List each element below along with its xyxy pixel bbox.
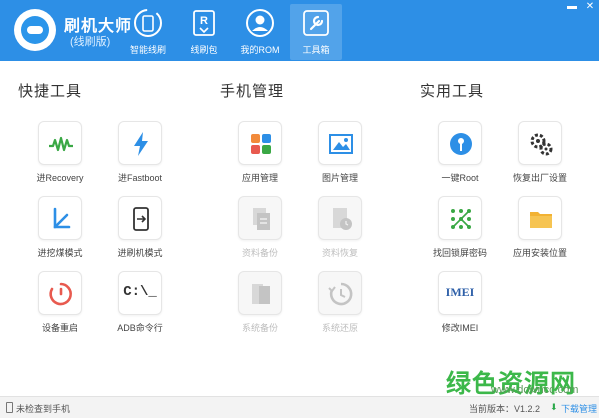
tool-label: 资料恢复 (321, 248, 358, 258)
tool-label: 应用管理 (241, 173, 278, 183)
pattern-lock-icon (451, 209, 471, 229)
user-icon (246, 9, 274, 37)
tool-system-backup: 系统备份 (220, 271, 300, 351)
tool-label: 修改IMEI (441, 323, 479, 333)
tool-label: 恢复出厂设置 (512, 173, 567, 183)
version-text: 当前版本：V1.2.2 (469, 404, 541, 414)
flash-mode-icon (133, 207, 149, 231)
tool-image-manager[interactable]: 图片管理 (300, 121, 380, 201)
restore-doc-icon (333, 208, 352, 230)
recovery-wave-icon (49, 136, 73, 152)
tab-label: 智能线刷 (129, 45, 166, 55)
tool-label: 进刷机模式 (117, 248, 163, 258)
tool-label: 进Recovery (36, 173, 84, 183)
section-title-utility: 实用工具 (420, 83, 485, 100)
svg-text:R: R (200, 15, 208, 27)
image-icon (329, 134, 353, 154)
tool-find-lock-password[interactable]: 找回锁屏密码 (420, 196, 500, 276)
phone-status: 未检查到手机 (16, 404, 71, 414)
tool-data-backup: 资料备份 (220, 196, 300, 276)
lightning-icon (134, 132, 148, 156)
tab-label: 线刷包 (190, 45, 218, 55)
phone-refresh-icon (134, 9, 162, 37)
system-backup-icon (252, 284, 270, 304)
gears-icon (530, 133, 553, 156)
tool-app-install-location[interactable]: 应用安装位置 (500, 196, 580, 276)
imei-icon: IMEI (445, 285, 475, 299)
terminal-icon: C:\_ (123, 284, 157, 300)
watermark-url: www.downcc.com (491, 384, 579, 396)
tab-rom-package[interactable]: R 线刷包 (178, 4, 230, 60)
backup-doc-icon (253, 208, 270, 230)
tool-label: 资料备份 (241, 248, 278, 258)
restart-icon (49, 282, 72, 306)
system-restore-icon (328, 282, 353, 306)
rom-package-icon: R (193, 10, 215, 36)
tool-label: 一键Root (441, 173, 479, 183)
minimize-button[interactable]: ▬ (565, 1, 579, 12)
tool-data-restore: 资料恢复 (300, 196, 380, 276)
folder-icon (530, 212, 552, 228)
tool-label: ADB命令行 (117, 323, 163, 333)
tab-my-rom[interactable]: 我的ROM (234, 4, 286, 60)
tool-fastboot[interactable]: 进Fastboot (100, 121, 180, 201)
tool-label: 找回锁屏密码 (432, 248, 487, 258)
app-subtitle: (线刷版) (70, 36, 111, 48)
title-bar: 刷机大师 (线刷版) 智能线刷 R 线刷包 我的ROM 工具箱 ▬ ✕ (0, 0, 599, 61)
app-logo-icon (14, 9, 56, 51)
tool-label: 进Fastboot (117, 173, 163, 183)
tool-one-click-root[interactable]: 一键Root (420, 121, 500, 201)
tab-label: 工具箱 (302, 45, 330, 55)
tool-restart[interactable]: 设备重启 (20, 271, 100, 351)
tool-adb[interactable]: C:\_ ADB命令行 (100, 271, 180, 351)
download-icon: ⬇ (550, 402, 558, 412)
tab-label: 我的ROM (240, 45, 280, 55)
apps-grid-icon (251, 134, 271, 154)
tool-label: 应用安装位置 (512, 248, 567, 258)
tool-label: 进挖煤模式 (37, 248, 83, 258)
tool-factory-reset[interactable]: 恢复出厂设置 (500, 121, 580, 201)
tool-system-restore: 系统还原 (300, 271, 380, 351)
tool-app-manager[interactable]: 应用管理 (220, 121, 300, 201)
tool-download-mode[interactable]: 进挖煤模式 (20, 196, 100, 276)
tab-toolbox[interactable]: 工具箱 (290, 4, 342, 60)
status-bar: 未检查到手机 当前版本：V1.2.2 ⬇ 下载管理 (0, 396, 599, 418)
wrench-icon (303, 10, 329, 36)
tool-flash-mode[interactable]: 进刷机模式 (100, 196, 180, 276)
tool-recovery[interactable]: 进Recovery (20, 121, 100, 201)
tool-label: 设备重启 (41, 323, 78, 333)
close-button[interactable]: ✕ (583, 1, 597, 12)
download-mode-icon (53, 207, 71, 229)
section-title-quick: 快捷工具 (18, 83, 83, 100)
tab-smart-flash[interactable]: 智能线刷 (122, 4, 174, 60)
root-key-icon (450, 133, 472, 155)
tool-label: 系统还原 (321, 323, 358, 333)
section-title-phone: 手机管理 (220, 83, 285, 100)
phone-icon (6, 402, 13, 413)
download-manager-link[interactable]: 下载管理 (561, 402, 597, 415)
tool-label: 图片管理 (321, 173, 358, 183)
tool-label: 系统备份 (241, 323, 278, 333)
tool-modify-imei[interactable]: IMEI 修改IMEI (420, 271, 500, 351)
